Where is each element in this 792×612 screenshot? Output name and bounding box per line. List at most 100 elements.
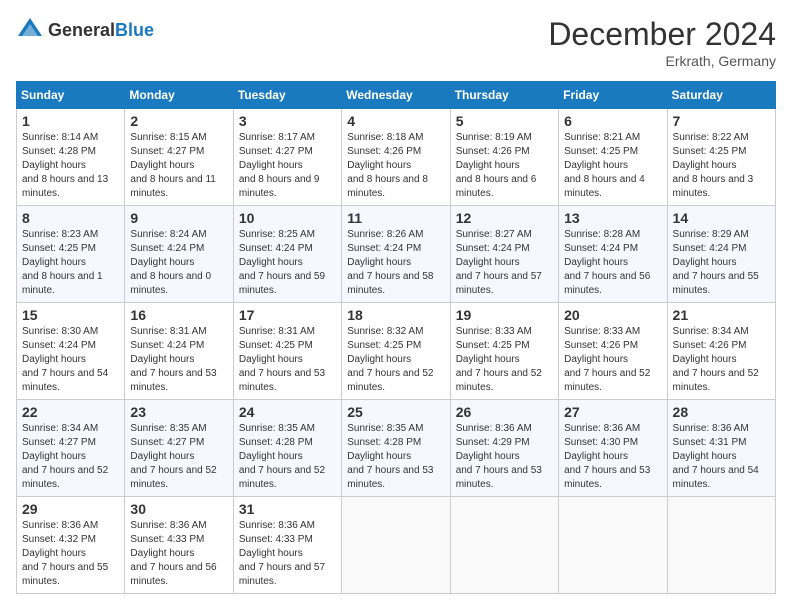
- logo-blue-text: Blue: [115, 20, 154, 40]
- day-number: 18: [347, 307, 444, 323]
- day-info: Sunrise: 8:36 AMSunset: 4:31 PMDaylight …: [673, 423, 759, 490]
- table-row: 2 Sunrise: 8:15 AMSunset: 4:27 PMDayligh…: [125, 109, 233, 206]
- day-info: Sunrise: 8:31 AMSunset: 4:24 PMDaylight …: [130, 326, 216, 393]
- table-row: 1 Sunrise: 8:14 AMSunset: 4:28 PMDayligh…: [17, 109, 125, 206]
- day-number: 7: [673, 113, 770, 129]
- day-number: 20: [564, 307, 661, 323]
- table-row: 20 Sunrise: 8:33 AMSunset: 4:26 PMDaylig…: [559, 303, 667, 400]
- calendar-week-row: 8 Sunrise: 8:23 AMSunset: 4:25 PMDayligh…: [17, 206, 776, 303]
- day-number: 29: [22, 501, 119, 517]
- table-row: 27 Sunrise: 8:36 AMSunset: 4:30 PMDaylig…: [559, 400, 667, 497]
- day-info: Sunrise: 8:17 AMSunset: 4:27 PMDaylight …: [239, 132, 320, 199]
- day-info: Sunrise: 8:21 AMSunset: 4:25 PMDaylight …: [564, 132, 645, 199]
- day-info: Sunrise: 8:22 AMSunset: 4:25 PMDaylight …: [673, 132, 754, 199]
- day-number: 14: [673, 210, 770, 226]
- day-number: 10: [239, 210, 336, 226]
- table-row: 28 Sunrise: 8:36 AMSunset: 4:31 PMDaylig…: [667, 400, 775, 497]
- table-row: 14 Sunrise: 8:29 AMSunset: 4:24 PMDaylig…: [667, 206, 775, 303]
- table-row: 15 Sunrise: 8:30 AMSunset: 4:24 PMDaylig…: [17, 303, 125, 400]
- day-number: 13: [564, 210, 661, 226]
- table-row: 22 Sunrise: 8:34 AMSunset: 4:27 PMDaylig…: [17, 400, 125, 497]
- day-info: Sunrise: 8:36 AMSunset: 4:29 PMDaylight …: [456, 423, 542, 490]
- table-row: [342, 497, 450, 594]
- col-monday: Monday: [125, 82, 233, 109]
- table-row: 16 Sunrise: 8:31 AMSunset: 4:24 PMDaylig…: [125, 303, 233, 400]
- day-info: Sunrise: 8:34 AMSunset: 4:27 PMDaylight …: [22, 423, 108, 490]
- table-row: 6 Sunrise: 8:21 AMSunset: 4:25 PMDayligh…: [559, 109, 667, 206]
- month-title: December 2024: [548, 16, 776, 53]
- table-row: 29 Sunrise: 8:36 AMSunset: 4:32 PMDaylig…: [17, 497, 125, 594]
- calendar-table: Sunday Monday Tuesday Wednesday Thursday…: [16, 81, 776, 594]
- day-number: 15: [22, 307, 119, 323]
- col-friday: Friday: [559, 82, 667, 109]
- day-info: Sunrise: 8:35 AMSunset: 4:28 PMDaylight …: [347, 423, 433, 490]
- calendar-week-row: 1 Sunrise: 8:14 AMSunset: 4:28 PMDayligh…: [17, 109, 776, 206]
- day-info: Sunrise: 8:35 AMSunset: 4:28 PMDaylight …: [239, 423, 325, 490]
- day-number: 16: [130, 307, 227, 323]
- calendar-week-row: 15 Sunrise: 8:30 AMSunset: 4:24 PMDaylig…: [17, 303, 776, 400]
- day-info: Sunrise: 8:25 AMSunset: 4:24 PMDaylight …: [239, 229, 325, 296]
- col-sunday: Sunday: [17, 82, 125, 109]
- day-info: Sunrise: 8:33 AMSunset: 4:26 PMDaylight …: [564, 326, 650, 393]
- day-info: Sunrise: 8:14 AMSunset: 4:28 PMDaylight …: [22, 132, 108, 199]
- table-row: 11 Sunrise: 8:26 AMSunset: 4:24 PMDaylig…: [342, 206, 450, 303]
- day-number: 1: [22, 113, 119, 129]
- day-number: 24: [239, 404, 336, 420]
- page-header: GeneralBlue December 2024 Erkrath, Germa…: [16, 16, 776, 69]
- day-info: Sunrise: 8:15 AMSunset: 4:27 PMDaylight …: [130, 132, 215, 199]
- location-subtitle: Erkrath, Germany: [548, 53, 776, 69]
- day-info: Sunrise: 8:19 AMSunset: 4:26 PMDaylight …: [456, 132, 537, 199]
- day-number: 22: [22, 404, 119, 420]
- table-row: 7 Sunrise: 8:22 AMSunset: 4:25 PMDayligh…: [667, 109, 775, 206]
- day-info: Sunrise: 8:33 AMSunset: 4:25 PMDaylight …: [456, 326, 542, 393]
- col-tuesday: Tuesday: [233, 82, 341, 109]
- day-number: 17: [239, 307, 336, 323]
- table-row: 26 Sunrise: 8:36 AMSunset: 4:29 PMDaylig…: [450, 400, 558, 497]
- day-number: 25: [347, 404, 444, 420]
- day-info: Sunrise: 8:36 AMSunset: 4:33 PMDaylight …: [239, 520, 325, 587]
- day-info: Sunrise: 8:36 AMSunset: 4:32 PMDaylight …: [22, 520, 108, 587]
- table-row: 31 Sunrise: 8:36 AMSunset: 4:33 PMDaylig…: [233, 497, 341, 594]
- day-number: 4: [347, 113, 444, 129]
- table-row: 19 Sunrise: 8:33 AMSunset: 4:25 PMDaylig…: [450, 303, 558, 400]
- day-info: Sunrise: 8:34 AMSunset: 4:26 PMDaylight …: [673, 326, 759, 393]
- day-number: 26: [456, 404, 553, 420]
- day-number: 2: [130, 113, 227, 129]
- day-number: 30: [130, 501, 227, 517]
- day-info: Sunrise: 8:28 AMSunset: 4:24 PMDaylight …: [564, 229, 650, 296]
- calendar-header-row: Sunday Monday Tuesday Wednesday Thursday…: [17, 82, 776, 109]
- day-number: 3: [239, 113, 336, 129]
- day-info: Sunrise: 8:24 AMSunset: 4:24 PMDaylight …: [130, 229, 211, 296]
- table-row: 25 Sunrise: 8:35 AMSunset: 4:28 PMDaylig…: [342, 400, 450, 497]
- calendar-week-row: 22 Sunrise: 8:34 AMSunset: 4:27 PMDaylig…: [17, 400, 776, 497]
- table-row: 21 Sunrise: 8:34 AMSunset: 4:26 PMDaylig…: [667, 303, 775, 400]
- day-info: Sunrise: 8:29 AMSunset: 4:24 PMDaylight …: [673, 229, 759, 296]
- logo-general-text: General: [48, 20, 115, 40]
- logo: GeneralBlue: [16, 16, 154, 44]
- day-info: Sunrise: 8:18 AMSunset: 4:26 PMDaylight …: [347, 132, 428, 199]
- table-row: 30 Sunrise: 8:36 AMSunset: 4:33 PMDaylig…: [125, 497, 233, 594]
- table-row: [667, 497, 775, 594]
- day-number: 23: [130, 404, 227, 420]
- table-row: 4 Sunrise: 8:18 AMSunset: 4:26 PMDayligh…: [342, 109, 450, 206]
- table-row: 8 Sunrise: 8:23 AMSunset: 4:25 PMDayligh…: [17, 206, 125, 303]
- day-number: 12: [456, 210, 553, 226]
- table-row: 24 Sunrise: 8:35 AMSunset: 4:28 PMDaylig…: [233, 400, 341, 497]
- day-number: 9: [130, 210, 227, 226]
- day-number: 6: [564, 113, 661, 129]
- table-row: 18 Sunrise: 8:32 AMSunset: 4:25 PMDaylig…: [342, 303, 450, 400]
- logo-icon: [16, 16, 44, 44]
- col-thursday: Thursday: [450, 82, 558, 109]
- day-number: 31: [239, 501, 336, 517]
- day-info: Sunrise: 8:27 AMSunset: 4:24 PMDaylight …: [456, 229, 542, 296]
- table-row: 9 Sunrise: 8:24 AMSunset: 4:24 PMDayligh…: [125, 206, 233, 303]
- col-wednesday: Wednesday: [342, 82, 450, 109]
- day-info: Sunrise: 8:23 AMSunset: 4:25 PMDaylight …: [22, 229, 103, 296]
- day-number: 8: [22, 210, 119, 226]
- table-row: [450, 497, 558, 594]
- day-number: 19: [456, 307, 553, 323]
- table-row: 23 Sunrise: 8:35 AMSunset: 4:27 PMDaylig…: [125, 400, 233, 497]
- day-number: 28: [673, 404, 770, 420]
- table-row: 12 Sunrise: 8:27 AMSunset: 4:24 PMDaylig…: [450, 206, 558, 303]
- table-row: 10 Sunrise: 8:25 AMSunset: 4:24 PMDaylig…: [233, 206, 341, 303]
